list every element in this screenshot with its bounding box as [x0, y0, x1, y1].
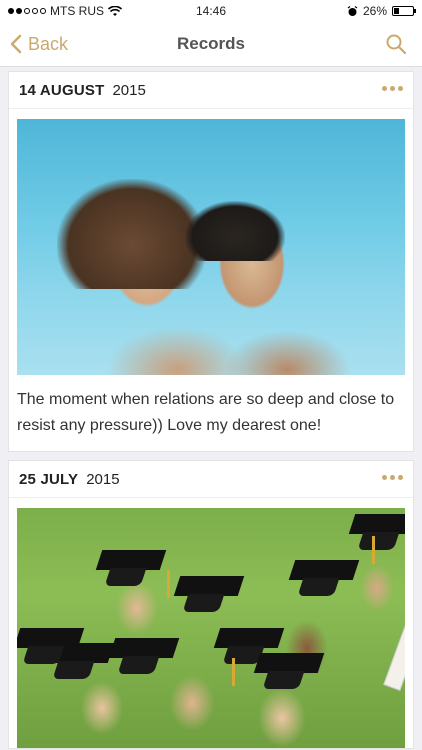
battery-icon [392, 6, 416, 16]
status-bar: MTS RUS 14:46 26% [0, 0, 422, 22]
record-photo-graduates[interactable] [17, 508, 405, 748]
signal-strength-icon [8, 8, 46, 14]
record-card[interactable]: 25 JULY 2015 [8, 460, 414, 749]
record-date-day: 14 AUGUST [19, 81, 105, 99]
status-right: 26% [347, 4, 416, 18]
record-header: 14 AUGUST 2015 [9, 72, 413, 109]
status-left: MTS RUS [8, 4, 122, 18]
carrier-name: MTS RUS [50, 4, 104, 18]
more-options-icon[interactable] [382, 475, 403, 480]
record-header: 25 JULY 2015 [9, 461, 413, 498]
record-caption: The moment when relations are so deep an… [17, 391, 395, 434]
back-button[interactable]: Back [10, 22, 68, 66]
records-feed[interactable]: 14 AUGUST 2015 The moment when relations… [0, 67, 422, 750]
page-title: Records [176, 34, 246, 53]
chevron-left-icon [10, 34, 22, 54]
record-photo-underwater-couple[interactable] [17, 119, 405, 375]
battery-percent: 26% [362, 4, 387, 18]
record-date-day: 25 JULY [19, 470, 79, 488]
wifi-icon [108, 5, 122, 16]
record-date-year: 2015 [86, 470, 120, 488]
more-options-icon[interactable] [382, 86, 403, 91]
record-card[interactable]: 14 AUGUST 2015 The moment when relations… [8, 71, 414, 452]
record-date-year: 2015 [112, 81, 146, 99]
alarm-clock-icon [347, 5, 358, 16]
search-icon[interactable] [384, 32, 408, 56]
back-button-label: Back [28, 33, 69, 54]
navigation-bar: Back Records [0, 22, 422, 67]
